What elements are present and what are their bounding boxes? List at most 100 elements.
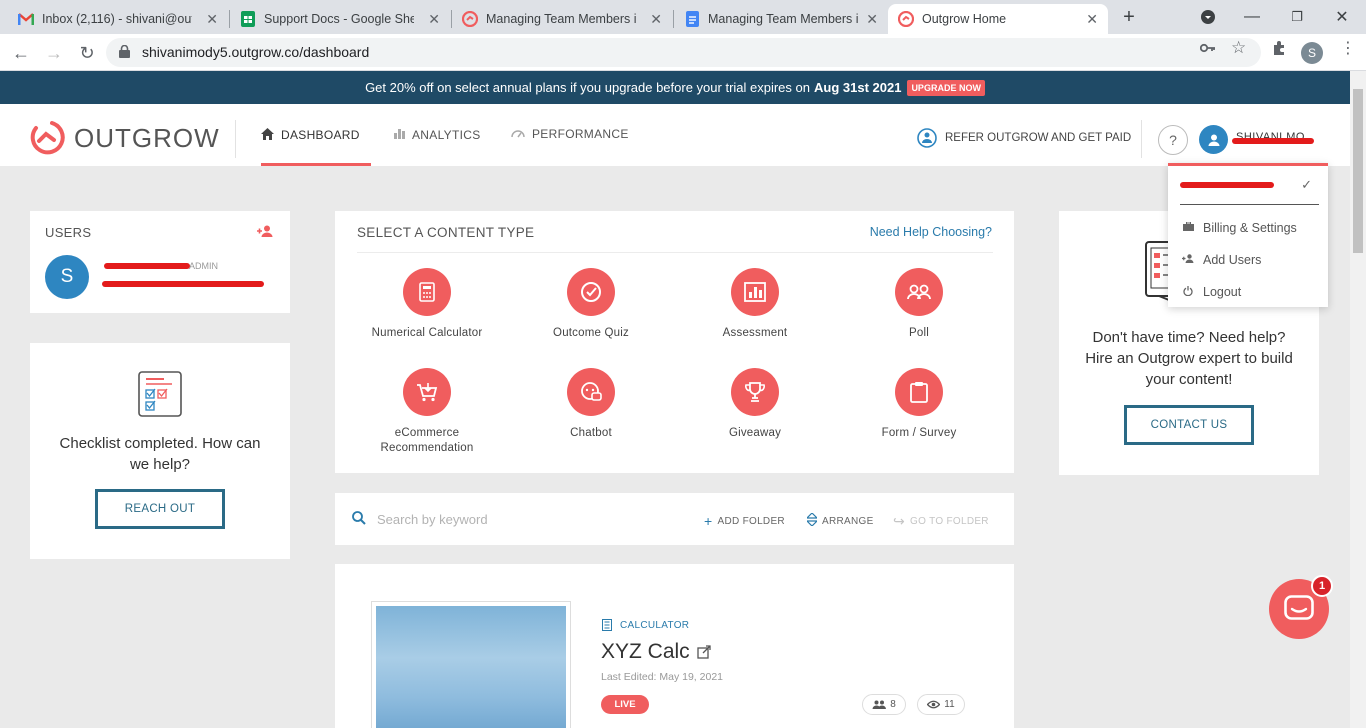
browser-tab-outgrow-home[interactable]: Outgrow Home ✕ <box>888 4 1108 34</box>
browser-toolbar: ← → ↻ shivanimody5.outgrow.co/dashboard … <box>0 34 1366 71</box>
key-icon[interactable] <box>1199 40 1216 57</box>
expert-help-text: Don't have time? Need help? Hire an Outg… <box>1085 329 1293 388</box>
nav-performance[interactable]: PERFORMANCE <box>511 103 629 165</box>
close-tab-icon[interactable]: ✕ <box>866 11 878 28</box>
content-type-label: Outcome Quiz <box>553 327 629 339</box>
chat-bubble-icon <box>1284 595 1314 620</box>
views-count-pill[interactable]: 11 <box>917 694 965 715</box>
user-avatar-large: S <box>45 255 89 299</box>
menu-item-label: Logout <box>1203 285 1242 299</box>
cart-icon <box>403 368 451 416</box>
nav-dashboard[interactable]: DASHBOARD <box>261 104 371 166</box>
browser-tab-strip: Inbox (2,116) - shivani@outgr ✕ Support … <box>0 0 1366 34</box>
calculator-name[interactable]: XYZ Calc <box>601 640 711 664</box>
checkmark-icon: ✓ <box>1301 177 1312 192</box>
search-toolbar: Search by keyword + ADD FOLDER ARRANGE ↪… <box>335 493 1014 545</box>
need-help-choosing-link[interactable]: Need Help Choosing? <box>870 225 992 239</box>
reach-out-button[interactable]: REACH OUT <box>95 489 225 529</box>
sheets-icon <box>240 11 256 27</box>
add-folder-button[interactable]: + ADD FOLDER <box>704 513 785 529</box>
external-edit-icon[interactable] <box>697 645 711 659</box>
checklist-text: Checklist completed. How can we help? <box>59 435 261 473</box>
menu-item-label: Add Users <box>1203 253 1262 267</box>
calculator-thumbnail[interactable] <box>371 601 571 728</box>
redirect-icon: ↪ <box>893 513 906 529</box>
page-scrollbar[interactable] <box>1350 71 1366 728</box>
redaction-mark <box>102 281 264 287</box>
extensions-icon[interactable] <box>1271 40 1287 60</box>
content-type-giveaway[interactable]: Giveaway <box>680 368 830 441</box>
user-avatar[interactable] <box>1199 125 1228 154</box>
outgrow-favicon <box>462 11 478 27</box>
promo-date: Aug 31st 2021 <box>814 80 902 95</box>
checklist-card: Checklist completed. How can we help? RE… <box>30 343 290 559</box>
content-type-form-survey[interactable]: Form / Survey <box>844 368 994 441</box>
browser-tab-google-docs[interactable]: Managing Team Members in O ✕ <box>674 4 888 34</box>
logo-text: OUTGROW <box>74 122 220 153</box>
browser-tab-sheets[interactable]: Support Docs - Google Sheets ✕ <box>230 4 450 34</box>
url-text: shivanimody5.outgrow.co/dashboard <box>142 44 370 60</box>
nav-analytics[interactable]: ANALYTICS <box>394 104 481 166</box>
content-type-outcome-quiz[interactable]: Outcome Quiz <box>516 268 666 341</box>
chat-icon <box>567 368 615 416</box>
analytics-icon <box>394 128 405 142</box>
bookmark-star-icon[interactable]: ☆ <box>1231 38 1246 58</box>
leads-count: 8 <box>890 699 896 710</box>
outgrow-favicon <box>898 11 914 27</box>
menu-item-billing-settings[interactable]: Billing & Settings <box>1182 221 1297 235</box>
leads-count-pill[interactable]: 8 <box>862 694 906 715</box>
redaction-mark <box>1180 182 1274 188</box>
outgrow-logo[interactable]: OUTGROW <box>28 120 220 156</box>
tab-search-icon[interactable] <box>1197 6 1219 28</box>
content-type-poll[interactable]: Poll <box>844 268 994 341</box>
content-type-label: Assessment <box>722 327 788 339</box>
page-viewport: Get 20% off on select annual plans if yo… <box>0 71 1350 728</box>
menu-item-logout[interactable]: Logout <box>1182 285 1241 299</box>
calculator-item-card[interactable]: CALCULATOR XYZ Calc Last Edited: May 19,… <box>335 564 1014 728</box>
reload-icon[interactable]: ↻ <box>75 41 99 65</box>
content-type-assessment[interactable]: Assessment <box>680 268 830 341</box>
user-dropdown-menu: ✓ Billing & Settings Add Users Logout <box>1168 163 1328 307</box>
go-to-folder-button[interactable]: ↪ GO TO FOLDER <box>893 513 989 530</box>
add-user-icon[interactable] <box>257 224 274 242</box>
back-icon[interactable]: ← <box>9 41 33 65</box>
menu-item-add-users[interactable]: Add Users <box>1182 253 1261 267</box>
search-input[interactable]: Search by keyword <box>377 512 488 527</box>
browser-tab-gmail[interactable]: Inbox (2,116) - shivani@outgr ✕ <box>8 4 228 34</box>
promo-banner: Get 20% off on select annual plans if yo… <box>0 71 1350 104</box>
close-tab-icon[interactable]: ✕ <box>650 11 662 28</box>
tab-title: Outgrow Home <box>922 12 1007 26</box>
refer-outgrow-link[interactable]: REFER OUTGROW AND GET PAID <box>917 128 1131 148</box>
forward-icon[interactable]: → <box>42 41 66 65</box>
content-type-card: SELECT A CONTENT TYPE Need Help Choosing… <box>335 211 1014 473</box>
close-tab-icon[interactable]: ✕ <box>1086 11 1098 28</box>
minimize-icon[interactable]: — <box>1241 6 1263 28</box>
browser-tab-outgrow-docs[interactable]: Managing Team Members in O ✕ <box>452 4 672 34</box>
restore-icon[interactable]: ❐ <box>1286 6 1308 28</box>
content-type-numerical-calculator[interactable]: Numerical Calculator <box>352 268 502 341</box>
arrange-button[interactable]: ARRANGE <box>805 512 874 529</box>
user-icon <box>1208 134 1219 146</box>
nav-performance-label: PERFORMANCE <box>532 127 629 141</box>
contact-us-button[interactable]: CONTACT US <box>1124 405 1254 445</box>
address-bar[interactable]: shivanimody5.outgrow.co/dashboard <box>106 38 1261 67</box>
content-type-chatbot[interactable]: Chatbot <box>516 368 666 441</box>
scrollbar-thumb[interactable] <box>1353 89 1363 253</box>
content-type-label: Form / Survey <box>881 427 957 439</box>
close-tab-icon[interactable]: ✕ <box>206 11 218 28</box>
nav-dashboard-label: DASHBOARD <box>281 128 360 142</box>
content-type-ecommerce[interactable]: eCommerce Recommendation <box>352 368 502 456</box>
upgrade-now-button[interactable]: UPGRADE NOW <box>907 79 985 96</box>
browser-profile-avatar[interactable]: S <box>1301 42 1323 64</box>
thumbnail-image <box>376 606 566 728</box>
nav-analytics-label: ANALYTICS <box>412 128 481 142</box>
live-status-badge[interactable]: LIVE <box>601 695 649 714</box>
close-tab-icon[interactable]: ✕ <box>428 11 440 28</box>
help-button[interactable]: ? <box>1158 125 1188 155</box>
users-icon <box>872 700 887 709</box>
arrange-label: ARRANGE <box>822 515 874 527</box>
new-tab-icon[interactable]: + <box>1118 6 1140 28</box>
window-close-icon[interactable]: ✕ <box>1331 6 1353 28</box>
browser-menu-icon[interactable]: ⋮ <box>1340 38 1356 58</box>
add-folder-label: ADD FOLDER <box>717 515 785 527</box>
